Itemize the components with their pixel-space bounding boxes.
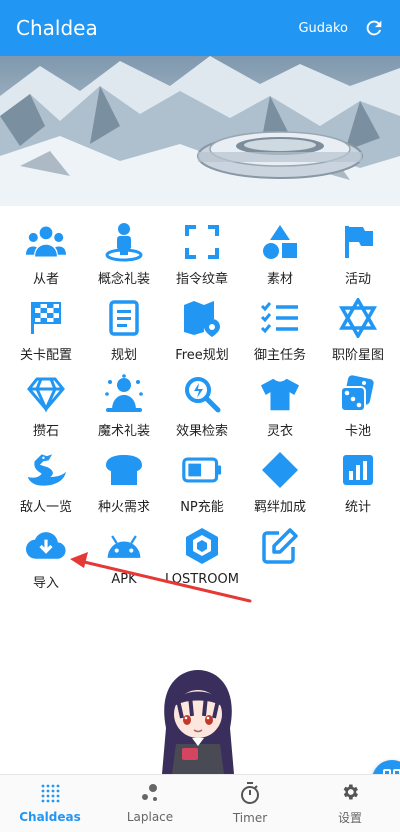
- unity-cube-icon: [182, 526, 222, 566]
- bar-chart-icon: [338, 450, 378, 490]
- grid-item-apk[interactable]: APK: [85, 518, 163, 594]
- nav-label: Laplace: [126, 810, 174, 824]
- mystic-code-icon: [104, 374, 144, 414]
- grid-item-materials[interactable]: 素材: [241, 214, 319, 290]
- grid-item-label: 职阶星图: [331, 348, 384, 363]
- grid-item-edit[interactable]: [241, 518, 319, 594]
- grid-item-label: 素材: [266, 272, 293, 287]
- grid-item-label: 羁绊加成: [253, 500, 306, 515]
- nav-label: Timer: [232, 811, 268, 825]
- grid-item-label: 概念礼装: [97, 272, 150, 287]
- grid-item-master-mission[interactable]: 御主任务: [241, 290, 319, 366]
- dice-icon: [338, 374, 378, 414]
- grid-item-label: 从者: [32, 272, 59, 287]
- materials-icon: [260, 222, 300, 262]
- grid-item-label: 关卡配置: [19, 348, 72, 363]
- rhombus-icon: [260, 450, 300, 490]
- grid-item-label: 规划: [110, 348, 137, 363]
- grid-item-bond-bonus[interactable]: 羁绊加成: [241, 442, 319, 518]
- grid-item-statistics[interactable]: 统计: [319, 442, 397, 518]
- bubbles-icon: [140, 783, 160, 807]
- grid-item-label: 效果检索: [175, 424, 228, 439]
- grid-item-costume[interactable]: 灵衣: [241, 366, 319, 442]
- grid-item-label: 魔术礼装: [97, 424, 150, 439]
- grid-item-mystic-code[interactable]: 魔术礼装: [85, 366, 163, 442]
- grid-item-lostroom[interactable]: LOSTROOM: [163, 518, 241, 594]
- feature-grid: 从者 概念礼装 指令纹章 素材 活动 关卡配置 规划 Free规划 御主任务 职…: [0, 214, 400, 594]
- grid-item-label: Free规划: [175, 348, 229, 363]
- grid-item-label: APK: [111, 572, 137, 587]
- stopwatch-icon: [240, 782, 260, 808]
- bread-icon: [104, 450, 144, 490]
- grid-item-plan[interactable]: 规划: [85, 290, 163, 366]
- app-title: Chaldea: [16, 16, 98, 40]
- events-flag-icon: [338, 222, 378, 262]
- grid-item-label: 统计: [344, 500, 371, 515]
- plan-icon: [104, 298, 144, 338]
- craft-essence-icon: [104, 222, 144, 262]
- servants-icon: [26, 222, 66, 262]
- grid-item-label: NP充能: [180, 500, 224, 515]
- costume-shirt-icon: [260, 374, 300, 414]
- nav-label: Chaldeas: [19, 810, 81, 824]
- grid-item-quest-config[interactable]: 关卡配置: [7, 290, 85, 366]
- nav-laplace[interactable]: Laplace: [100, 775, 200, 832]
- gear-icon: [340, 782, 360, 806]
- account-name[interactable]: Gudako: [298, 21, 348, 36]
- grid-item-free-plan[interactable]: Free规划: [163, 290, 241, 366]
- mascot-character: [138, 668, 258, 774]
- grid-dots-icon: [40, 783, 60, 807]
- task-list-icon: [260, 298, 300, 338]
- grid-item-craft-essence[interactable]: 概念礼装: [85, 214, 163, 290]
- grid-item-label: 活动: [344, 272, 371, 287]
- nav-settings[interactable]: 设置: [300, 775, 400, 832]
- quest-checkered-flag-icon: [26, 298, 66, 338]
- grid-item-label: 敌人一览: [19, 500, 72, 515]
- grid-item-label: LOSTROOM: [165, 572, 239, 587]
- grid-item-label: 攒石: [32, 424, 59, 439]
- grid-item-events[interactable]: 活动: [319, 214, 397, 290]
- cloud-download-icon: [26, 526, 66, 566]
- grid-item-servants[interactable]: 从者: [7, 214, 85, 290]
- nav-label: 设置: [337, 810, 362, 825]
- bottom-navigation: Chaldeas Laplace Timer 设置: [0, 774, 400, 832]
- grid-item-saint-quartz[interactable]: 攒石: [7, 366, 85, 442]
- grid-item-label: 种火需求: [97, 500, 150, 515]
- grid-item-import[interactable]: 导入: [7, 518, 85, 594]
- command-code-icon: [182, 222, 222, 262]
- diamond-icon: [26, 374, 66, 414]
- grid-item-label: 灵衣: [266, 424, 293, 439]
- grid-item-ember-demand[interactable]: 种火需求: [85, 442, 163, 518]
- grid-item-label: 导入: [32, 576, 59, 591]
- edit-icon: [260, 526, 300, 566]
- app-bar: Chaldea Gudako: [0, 0, 400, 56]
- grid-item-command-code[interactable]: 指令纹章: [163, 214, 241, 290]
- grid-item-label: 指令纹章: [175, 272, 228, 287]
- star-of-david-icon: [338, 298, 378, 338]
- battery-icon: [182, 450, 222, 490]
- search-effect-icon: [182, 374, 222, 414]
- android-icon: [104, 526, 144, 566]
- refresh-icon[interactable]: [362, 16, 386, 40]
- grid-item-class-board[interactable]: 职阶星图: [319, 290, 397, 366]
- dragon-icon: [26, 450, 66, 490]
- banner-image: [0, 56, 400, 206]
- grid-item-np-charge[interactable]: NP充能: [163, 442, 241, 518]
- grid-item-label: 卡池: [344, 424, 371, 439]
- grid-item-summon[interactable]: 卡池: [319, 366, 397, 442]
- map-pin-icon: [182, 298, 222, 338]
- grid-item-effect-search[interactable]: 效果检索: [163, 366, 241, 442]
- grid-item-enemy-list[interactable]: 敌人一览: [7, 442, 85, 518]
- grid-item-label: 御主任务: [253, 348, 306, 363]
- nav-chaldeas[interactable]: Chaldeas: [0, 775, 100, 832]
- nav-timer[interactable]: Timer: [200, 775, 300, 832]
